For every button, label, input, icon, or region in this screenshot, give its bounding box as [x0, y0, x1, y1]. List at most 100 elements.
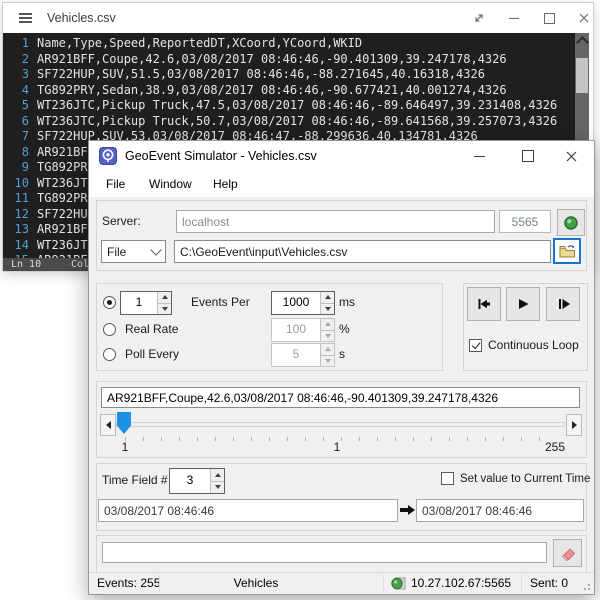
line-text: TG892PR — [37, 160, 88, 174]
editor-close-button[interactable] — [570, 3, 598, 33]
line-number: 5 — [3, 98, 37, 114]
menubar: File Window Help — [89, 171, 594, 197]
spin-up-button[interactable] — [321, 344, 334, 355]
skip-to-start-icon — [476, 296, 492, 312]
editor-maximize-button[interactable] — [535, 3, 563, 33]
step-to-beginning-button[interactable] — [467, 287, 501, 321]
line-text: WT236JTC,Pickup Truck,47.5,03/08/2017 08… — [37, 98, 557, 112]
continuous-loop-label: Continuous Loop — [488, 337, 579, 353]
time-from-field[interactable]: 03/08/2017 08:46:46 — [98, 499, 398, 522]
line-text: WT236JTC,Pickup Truck,50.7,03/08/2017 08… — [37, 114, 557, 128]
simulator-window: GeoEvent Simulator - Vehicles.csv File W… — [88, 140, 595, 595]
spin-down-button[interactable] — [211, 481, 224, 494]
code-line[interactable]: 4TG892PRY,Sedan,38.9,03/08/2017 08:46:46… — [3, 83, 575, 99]
menu-file[interactable]: File — [106, 171, 125, 197]
line-text: AR921BF — [37, 145, 88, 159]
eraser-icon — [559, 546, 576, 561]
spinner-buttons — [320, 292, 334, 314]
statusbar-separator — [383, 575, 384, 592]
maximize-icon — [544, 13, 555, 24]
poll-every-radio[interactable] — [103, 348, 116, 361]
arrow-up-icon — [325, 347, 331, 351]
events-count-status: Events: 255 — [97, 573, 160, 594]
interval-spinner[interactable]: 1000 — [271, 291, 335, 315]
chevron-down-icon — [150, 244, 161, 255]
time-field-label: Time Field # — [102, 468, 168, 492]
arrow-up-icon — [162, 295, 168, 299]
code-line[interactable]: 3SF722HUP,SUV,51.5,03/08/2017 08:46:46,-… — [3, 67, 575, 83]
spin-up-button[interactable] — [321, 319, 334, 330]
spin-down-button[interactable] — [321, 330, 334, 342]
line-number: 13 — [3, 222, 37, 238]
line-indicator: Ln 10 — [11, 258, 41, 271]
spin-down-button[interactable] — [321, 355, 334, 367]
poll-unit-label: s — [339, 343, 345, 365]
code-line[interactable]: 1Name,Type,Speed,ReportedDT,XCoord,YCoor… — [3, 36, 575, 52]
real-rate-label: Real Rate — [125, 318, 178, 340]
line-number: 10 — [3, 176, 37, 192]
poll-value: 5 — [272, 344, 320, 366]
slider-right-button[interactable] — [566, 414, 582, 436]
simulator-close-button[interactable] — [555, 141, 587, 171]
time-field-spinner[interactable]: 3 — [169, 468, 225, 494]
line-text: WT236JT — [37, 238, 88, 252]
arrow-down-icon — [325, 307, 331, 311]
spin-down-button[interactable] — [321, 303, 334, 315]
line-number: 11 — [3, 191, 37, 207]
browse-file-button[interactable] — [553, 238, 581, 264]
arrow-right-icon — [400, 502, 415, 518]
play-button[interactable] — [506, 287, 540, 321]
statusbar-separator — [521, 575, 522, 592]
events-per-radio[interactable] — [103, 296, 116, 309]
spinner-buttons — [320, 319, 334, 341]
editor-minimize-button[interactable] — [500, 3, 528, 33]
line-text: Name,Type,Speed,ReportedDT,XCoord,YCoord… — [37, 36, 362, 50]
server-port-input[interactable]: 5565 — [499, 210, 551, 233]
arrow-up-icon — [325, 322, 331, 326]
events-count-spinner[interactable]: 1 — [120, 291, 172, 315]
arrow-down-icon — [162, 307, 168, 311]
line-text: SF722HUP,SUV,51.5,03/08/2017 08:46:46,-8… — [37, 67, 485, 81]
source-type-value: File — [107, 245, 126, 259]
menu-help[interactable]: Help — [213, 171, 238, 197]
log-field[interactable] — [102, 542, 547, 563]
desktop: Vehicles.csv 1Name,Type,Speed,ReportedDT… — [0, 0, 600, 600]
simulation-name-status: Vehicles — [234, 573, 279, 594]
set-current-time-checkbox[interactable] — [441, 472, 454, 485]
code-line[interactable]: 2AR921BFF,Coupe,42.6,03/08/2017 08:46:46… — [3, 52, 575, 68]
time-to-field[interactable]: 03/08/2017 08:46:46 — [416, 499, 584, 522]
current-event-field[interactable]: AR921BFF,Coupe,42.6,03/08/2017 08:46:46,… — [101, 387, 580, 408]
spin-up-button[interactable] — [158, 292, 171, 303]
connection-status-icon — [390, 576, 406, 591]
poll-spinner[interactable]: 5 — [271, 343, 335, 367]
play-icon — [515, 296, 531, 312]
line-text: AR921BFF,Coupe,42.6,03/08/2017 08:46:46,… — [37, 52, 507, 66]
code-line[interactable]: 5WT236JTC,Pickup Truck,47.5,03/08/2017 0… — [3, 98, 575, 114]
editor-expand-button[interactable] — [465, 3, 493, 33]
continuous-loop-checkbox[interactable] — [469, 339, 482, 352]
spin-up-button[interactable] — [321, 292, 334, 303]
arrow-down-icon — [325, 359, 331, 363]
source-path-input[interactable]: C:\GeoEvent\input\Vehicles.csv — [174, 240, 551, 263]
menu-hamburger-icon[interactable] — [19, 13, 32, 15]
code-line[interactable]: 6WT236JTC,Pickup Truck,50.7,03/08/2017 0… — [3, 114, 575, 130]
menu-window[interactable]: Window — [149, 171, 192, 197]
event-slider-track[interactable] — [116, 422, 565, 427]
source-type-dropdown[interactable]: File — [101, 240, 166, 263]
clear-log-button[interactable] — [553, 539, 582, 567]
server-host-input[interactable]: localhost — [176, 210, 495, 233]
real-rate-spinner[interactable]: 100 — [271, 318, 335, 342]
slider-min-label: 1 — [122, 440, 129, 454]
simulator-maximize-button[interactable] — [512, 141, 544, 171]
connect-button[interactable] — [557, 209, 585, 236]
scrollbar-thumb[interactable] — [576, 58, 588, 93]
arrow-left-icon — [106, 421, 111, 429]
spin-down-button[interactable] — [158, 303, 171, 315]
line-number: 6 — [3, 114, 37, 130]
resize-grip[interactable] — [588, 588, 590, 590]
simulator-minimize-button[interactable] — [463, 141, 495, 171]
slider-left-button[interactable] — [100, 414, 116, 436]
step-forward-button[interactable] — [546, 287, 580, 321]
real-rate-radio[interactable] — [103, 323, 116, 336]
spin-up-button[interactable] — [211, 469, 224, 481]
